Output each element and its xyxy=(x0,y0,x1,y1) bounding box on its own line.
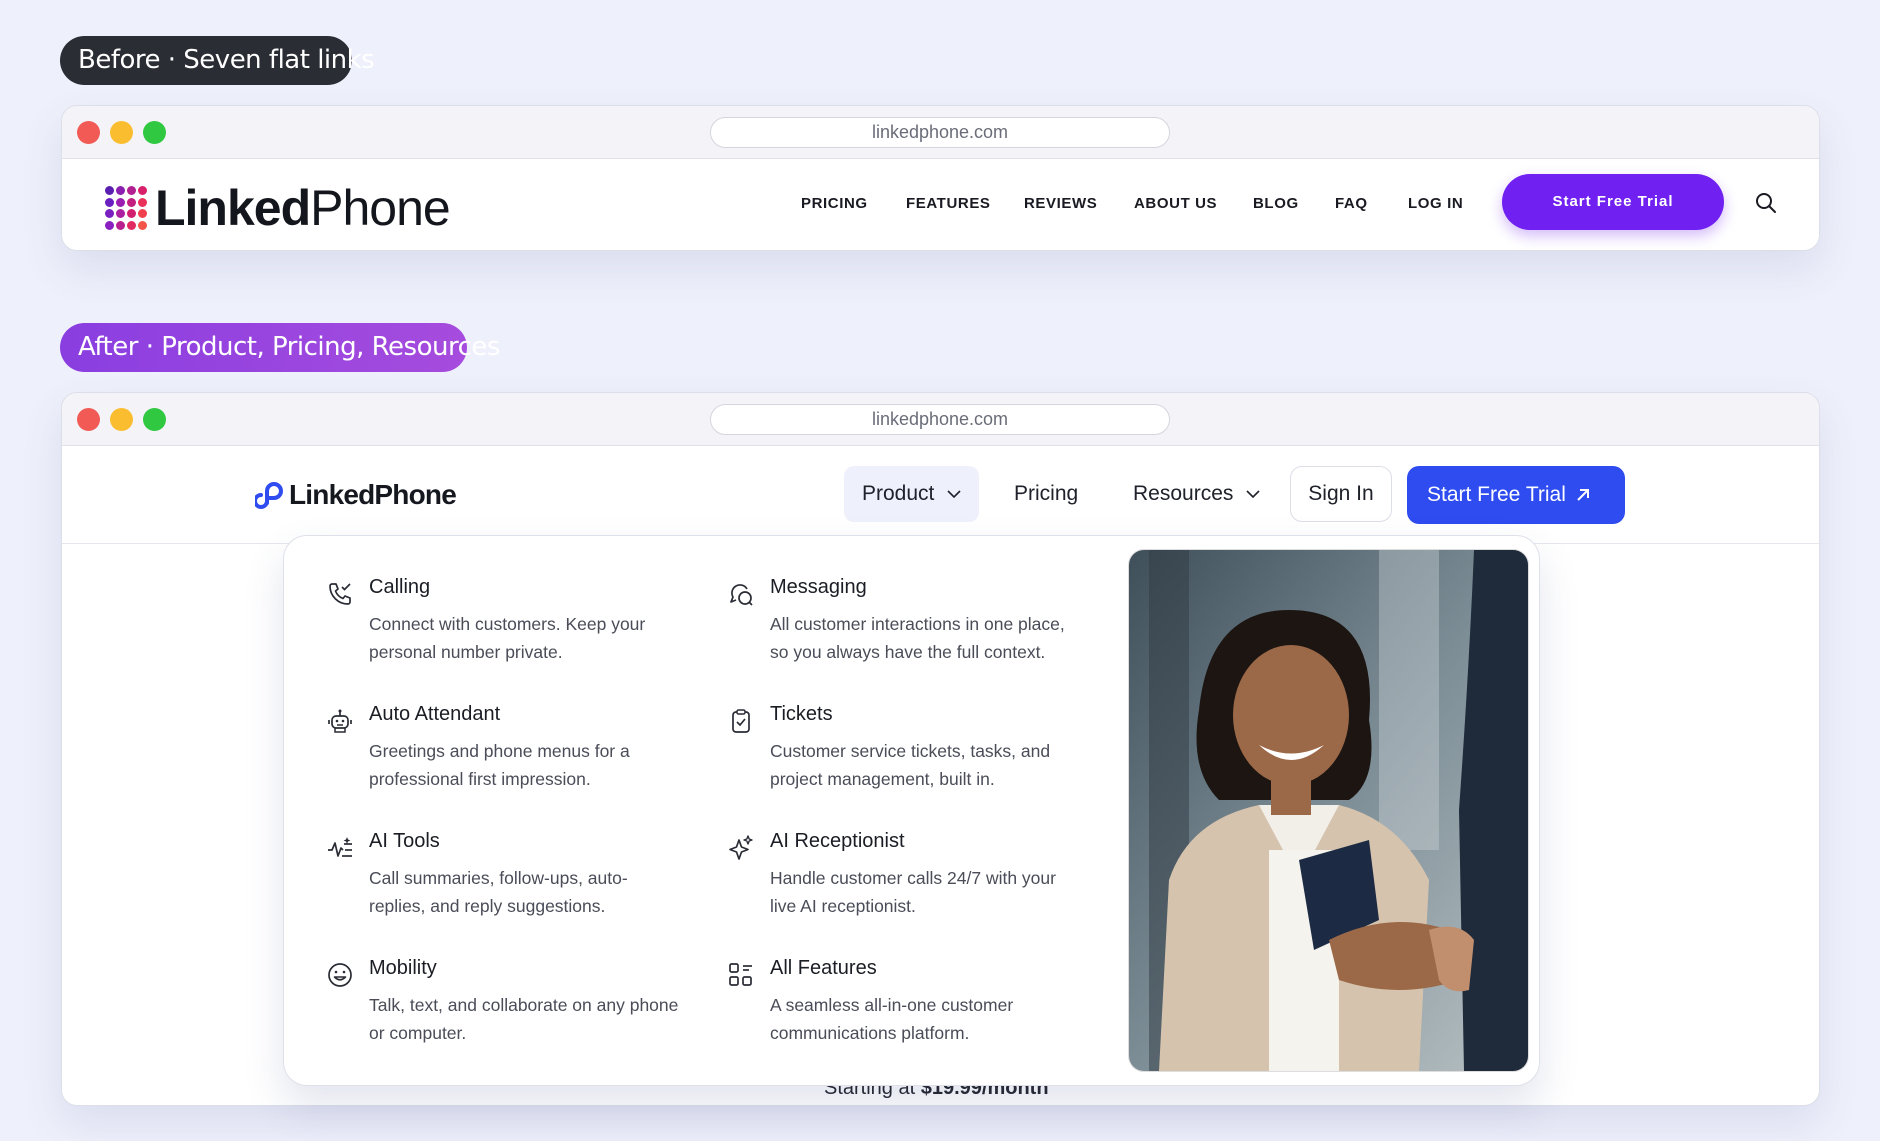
minimize-window-dot[interactable] xyxy=(110,121,133,144)
logo-after[interactable]: LinkedPhone xyxy=(255,479,457,511)
browser-chrome: linkedphone.com xyxy=(62,393,1819,446)
menu-item-description: Greetings and phone menus for a professi… xyxy=(369,741,630,789)
product-mega-menu: Calling Connect with customers. Keep you… xyxy=(283,535,1540,1086)
sign-in-button[interactable]: Sign In xyxy=(1290,466,1392,522)
address-bar[interactable]: linkedphone.com xyxy=(710,117,1170,148)
robot-icon xyxy=(328,709,352,733)
businesswoman-handshake-illustration xyxy=(1129,550,1528,1071)
chat-bubbles-icon xyxy=(730,584,753,606)
arrow-up-right-icon xyxy=(1577,489,1589,501)
menu-item-description: Customer service tickets, tasks, and pro… xyxy=(770,741,1051,789)
start-free-trial-button-after[interactable]: Start Free Trial xyxy=(1407,466,1625,524)
chevron-down-icon xyxy=(947,490,961,499)
nav-resources-dropdown[interactable]: Resources xyxy=(1133,466,1261,522)
maximize-window-dot[interactable] xyxy=(143,408,166,431)
address-bar[interactable]: linkedphone.com xyxy=(710,404,1170,435)
menu-item-description: A seamless all-in-one customer communica… xyxy=(770,995,1014,1043)
chevron-down-icon xyxy=(1246,490,1260,499)
close-window-dot[interactable] xyxy=(77,121,100,144)
after-label: After · Product, Pricing, Resources xyxy=(60,323,500,372)
sparkles-icon xyxy=(729,835,753,860)
search-icon[interactable] xyxy=(1754,191,1778,215)
browser-window-before: linkedphone.com Linked Phone PRICING FEAT… xyxy=(61,105,1820,251)
minimize-window-dot[interactable] xyxy=(110,408,133,431)
close-window-dot[interactable] xyxy=(77,408,100,431)
site-header-before: Linked Phone PRICING FEATURES REVIEWS ABO… xyxy=(62,159,1819,250)
menu-item-title: Messaging xyxy=(770,576,867,598)
logo-text: LinkedPhone xyxy=(289,479,457,510)
nav-resources-label: Resources xyxy=(1133,482,1234,505)
start-free-trial-label: Start Free Trial xyxy=(1427,483,1566,506)
nav-product-label: Product xyxy=(862,482,935,505)
nav-pricing-link[interactable]: Pricing xyxy=(1014,466,1078,522)
clipboard-check-icon xyxy=(732,709,750,733)
menu-item-title: Tickets xyxy=(770,703,833,725)
browser-chrome: linkedphone.com xyxy=(62,106,1819,159)
menu-item-title: Calling xyxy=(369,576,431,598)
menu-item-description: All customer interactions in one place, … xyxy=(770,614,1065,662)
logo-dots-icon xyxy=(105,186,149,230)
logo-before[interactable]: Linked Phone xyxy=(105,179,451,237)
nav-link-blog[interactable]: BLOG xyxy=(1253,195,1299,212)
menu-item-description: Talk, text, and collaborate on any phone… xyxy=(369,995,679,1043)
nav-link-reviews[interactable]: REVIEWS xyxy=(1024,195,1097,212)
menu-item-title: All Features xyxy=(770,957,877,979)
before-label: Before · Seven flat links xyxy=(60,36,375,85)
maximize-window-dot[interactable] xyxy=(143,121,166,144)
menu-item-title: AI Receptionist xyxy=(770,830,905,852)
nav-link-features[interactable]: FEATURES xyxy=(906,195,991,212)
promo-photo xyxy=(1128,549,1529,1072)
menu-item-title: AI Tools xyxy=(369,830,440,852)
start-free-trial-button-before[interactable]: Start Free Trial xyxy=(1502,174,1724,230)
menu-item-title: Auto Attendant xyxy=(369,703,501,725)
nav-product-dropdown[interactable]: Product xyxy=(844,466,979,522)
menu-item-title: Mobility xyxy=(369,957,437,979)
menu-item-description: Call summaries, follow-ups, auto-replies… xyxy=(369,868,628,916)
nav-link-log-in[interactable]: LOG IN xyxy=(1408,195,1463,212)
logo-link-icon xyxy=(255,482,283,509)
menu-item-description: Handle customer calls 24/7 with your liv… xyxy=(770,868,1056,916)
ai-sparkle-lines-icon xyxy=(328,837,352,857)
phone-check-icon xyxy=(329,583,351,605)
menu-item-description: Connect with customers. Keep your person… xyxy=(369,614,646,662)
smiley-icon xyxy=(328,963,352,987)
nav-link-about-us[interactable]: ABOUT US xyxy=(1134,195,1217,212)
logo-text-bold: Linked xyxy=(155,180,311,236)
grid-apps-icon xyxy=(729,963,752,986)
logo-text-light: Phone xyxy=(310,180,451,236)
nav-link-pricing[interactable]: PRICING xyxy=(801,195,868,212)
nav-link-faq[interactable]: FAQ xyxy=(1335,195,1368,212)
site-header-after: LinkedPhone Product Pricing Resources Si… xyxy=(62,446,1819,544)
